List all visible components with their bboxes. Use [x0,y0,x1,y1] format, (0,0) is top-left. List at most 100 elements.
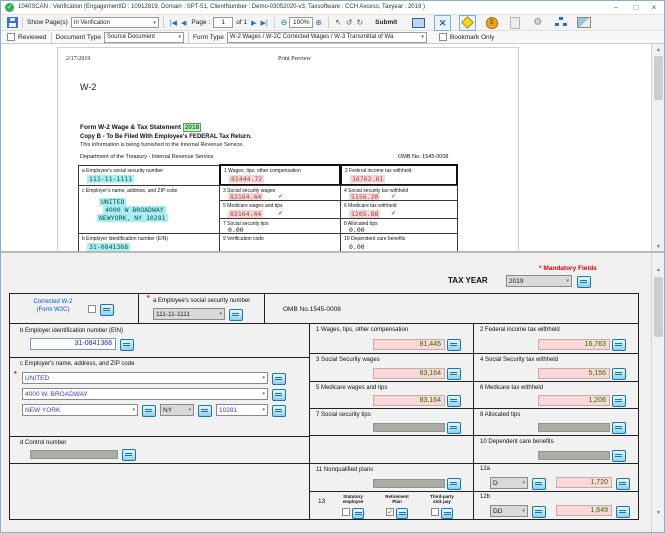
submit-button[interactable]: Submit [375,19,397,26]
employer-name-select[interactable]: UNITED▾ [22,372,268,384]
box10-amount-field[interactable] [538,451,610,460]
employer-city-select[interactable]: NEW YORK▾ [22,404,138,416]
control-number-field[interactable] [30,450,118,459]
field-note-icon[interactable] [352,508,364,519]
box7-amount-field[interactable] [373,423,445,432]
money-tool-button[interactable]: $ [484,16,499,30]
pointer-tool-icon[interactable]: ↖ [335,18,342,27]
document-tool-button[interactable] [507,16,522,30]
box12b-amount-input[interactable]: 1,649 [556,505,612,516]
scroll-up-icon[interactable]: ▲ [653,265,664,275]
field-note-icon[interactable] [100,304,114,316]
field-note-icon[interactable] [616,506,630,518]
field-note-icon[interactable] [122,449,136,461]
field-note-icon[interactable] [447,422,461,434]
save-icon[interactable] [7,17,18,28]
share-tool-button[interactable] [553,16,568,30]
field-note-icon[interactable] [272,373,286,385]
image-tool-button[interactable] [576,16,591,30]
field-note-icon[interactable] [447,339,461,351]
field-note-icon[interactable] [447,368,461,380]
box3-amount-input[interactable]: 83,164 [373,368,445,379]
prev-page-button[interactable]: ◀ [181,19,186,27]
document-type-select[interactable]: Source Document▾ [104,32,184,43]
preview-box-8: 8 Allocated tips 0.00 [340,218,458,234]
retirement-plan-checkbox[interactable]: ✓ [386,508,394,516]
box2-amount-input[interactable]: 16,763 [538,339,610,350]
field-note-icon[interactable] [612,450,626,462]
rotate-left-icon[interactable]: ↺ [346,18,353,27]
form-code: W-2 [80,82,96,92]
scroll-down-icon[interactable]: ▼ [653,508,664,518]
field-note-icon[interactable] [272,389,286,401]
field-note-icon[interactable] [441,508,453,519]
field-note-icon[interactable] [447,478,461,490]
field-note-icon[interactable] [532,506,546,518]
zoom-in-icon[interactable]: ⊕ [315,18,322,27]
field-note-icon[interactable] [120,339,134,351]
box12a-code-select[interactable]: D▾ [490,477,528,489]
field-note-icon[interactable] [447,395,461,407]
zoom-level-input[interactable]: 100% [289,17,313,28]
next-page-button[interactable]: ▶ [251,19,256,27]
tax-year-select[interactable]: 2019▾ [506,275,572,287]
delete-tool-button[interactable]: ✕ [434,15,451,31]
box8-amount-field[interactable] [538,423,610,432]
dept-line: Department of the Treasury - Internal Re… [80,154,214,160]
scroll-down-icon[interactable]: ▼ [653,242,664,252]
box5-amount-input[interactable]: 83,164 [373,395,445,406]
third-party-sick-pay-checkbox[interactable] [431,508,439,516]
field-note-icon[interactable] [612,395,626,407]
field-note-icon[interactable] [229,309,243,321]
ein-input[interactable]: 31-0841368 [30,338,116,350]
first-page-button[interactable]: |◀ [170,19,177,27]
ssn-select[interactable]: 111-11-1111▾ [153,308,225,320]
field-note-icon[interactable] [612,422,626,434]
field-note-icon[interactable] [612,339,626,351]
scrollbar-thumb[interactable] [654,277,663,337]
box6-cell: 6 Medicare tax withheld 1,206 [473,381,639,409]
employer-state-select[interactable]: NY▾ [160,404,194,416]
document-type-label: Document Type [56,34,101,41]
box4-amount-input[interactable]: 5,156 [538,368,610,379]
employer-zip-select[interactable]: 10281▾ [216,404,268,416]
preview-scrollbar[interactable]: ▲ ▼ [651,44,664,253]
field-note-icon[interactable] [577,276,591,288]
maximize-button[interactable]: □ [628,1,644,14]
field-note-icon[interactable] [532,478,546,490]
box6-amount-input[interactable]: 1,206 [538,395,610,406]
scrollbar-thumb[interactable] [654,56,663,100]
rotate-right-icon[interactable]: ↻ [356,18,363,27]
field-note-icon[interactable] [396,508,408,519]
box11-amount-field[interactable] [373,479,445,488]
show-pages-select[interactable]: In Verification▾ [71,17,159,28]
last-page-button[interactable]: ▶| [260,19,267,27]
panel-scrollbar[interactable]: ▲ ▼ [651,253,664,532]
field-note-icon[interactable] [198,405,212,417]
minimize-button[interactable]: – [608,1,624,14]
scroll-up-icon[interactable]: ▲ [653,45,664,55]
employer-street-select[interactable]: 4000 W. BROADWAY▾ [22,388,268,400]
close-button[interactable]: × [646,1,662,14]
corrected-w2-checkbox[interactable] [88,305,96,313]
empty-cell [9,463,310,520]
bookmark-only-checkbox[interactable] [439,33,447,41]
field-note-icon[interactable] [272,405,286,417]
field-note-icon[interactable] [612,368,626,380]
statutory-employee-checkbox[interactable] [342,508,350,516]
app-icon: ✓ [5,3,14,12]
reviewed-checkbox[interactable] [7,33,15,41]
zoom-out-icon[interactable]: ⊖ [281,18,288,27]
monitor-tool-button[interactable] [411,16,426,30]
main-toolbar: Show Page(s) In Verification▾ |◀ ◀ Page … [1,15,664,31]
box12a-amount-input[interactable]: 1,720 [556,477,612,488]
page-number-input[interactable]: 1 [213,17,233,28]
field-note-icon[interactable] [616,478,630,490]
field-note-icon[interactable] [142,405,156,417]
settings-tool-button[interactable]: ⚙ [530,16,545,30]
control-number-label: d Control number [20,440,66,446]
diamond-tool-button[interactable] [459,15,476,31]
form-type-select[interactable]: W-2 Wages / W-2C Corrected Wages / W-3 T… [227,32,427,43]
box12b-code-select[interactable]: DD▾ [490,505,528,517]
box1-amount-input[interactable]: 81,445 [373,339,445,350]
